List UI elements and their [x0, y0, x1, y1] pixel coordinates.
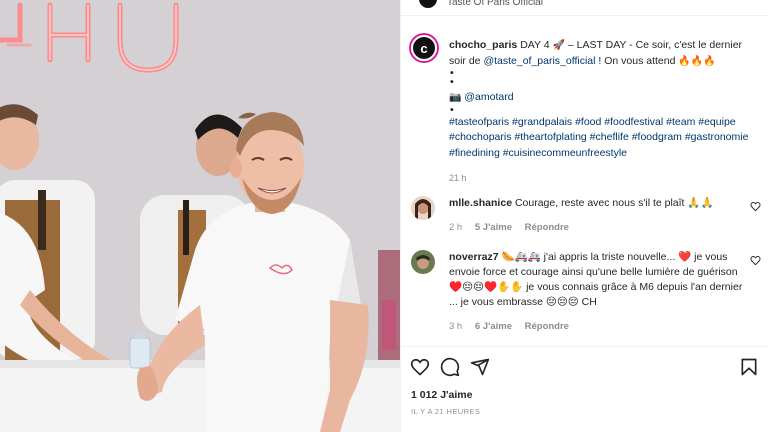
comment-body: mlle.shanice Courage, reste avec nous s'… — [449, 196, 745, 235]
avatar-image — [411, 250, 435, 274]
post-actions: 1 012 J'aime IL Y A 21 HEURES — [401, 346, 768, 432]
likes-count[interactable]: 1 012 J'aime — [411, 389, 472, 401]
comment-username[interactable]: noverraz7 — [449, 251, 499, 263]
comment-icon[interactable] — [440, 357, 460, 377]
commenter-avatar[interactable] — [411, 250, 435, 274]
author-avatar[interactable]: c — [409, 33, 439, 63]
posted-time[interactable]: IL Y A 21 HEURES — [411, 407, 480, 416]
share-icon[interactable] — [470, 357, 490, 377]
reply-button[interactable]: Répondre — [525, 321, 569, 332]
caption-dot: • — [450, 67, 454, 79]
post-photo[interactable] — [0, 0, 400, 432]
photo-illustration — [0, 0, 400, 432]
comment-like-heart-icon[interactable] — [750, 255, 761, 266]
header-partial-text: Taste Of Paris Official — [447, 0, 543, 8]
camera-icon: 📷 — [449, 92, 462, 103]
comment-time[interactable]: 3 h — [449, 321, 462, 332]
comment-like-heart-icon[interactable] — [750, 201, 761, 212]
caption-hashtags[interactable]: #tasteofparis #grandpalais #food #foodfe… — [449, 115, 761, 162]
post-caption: chocho_paris DAY 4 🚀 – LAST DAY - Ce soi… — [449, 38, 761, 187]
caption-mention[interactable]: @taste_of_paris_official — [483, 55, 595, 67]
comment-likes[interactable]: 6 J'aime — [475, 321, 512, 332]
caption-time[interactable]: 21 h — [449, 171, 761, 187]
header-avatar[interactable] — [419, 0, 437, 8]
heart-icon[interactable] — [410, 357, 430, 377]
comment-text: Courage, reste avec nous s'il te plaît 🙏… — [514, 197, 714, 209]
reply-button[interactable]: Répondre — [525, 222, 569, 233]
photo-credit-mention[interactable]: @amotard — [464, 91, 513, 103]
comment-meta: 2 h 5 J'aime Répondre — [449, 220, 745, 235]
commenter-avatar[interactable] — [411, 196, 435, 220]
author-avatar-logo: c — [413, 37, 435, 59]
comment-time[interactable]: 2 h — [449, 222, 462, 233]
caption-dot: • — [450, 76, 454, 88]
post-header-strip: Taste Of Paris Official — [401, 0, 768, 16]
post-panel: Taste Of Paris Official c chocho_paris D… — [400, 0, 768, 432]
comment-body: noverraz7 🌭🚑🚑 j'ai appris la triste nouv… — [449, 250, 745, 334]
caption-username[interactable]: chocho_paris — [449, 39, 517, 51]
bookmark-icon[interactable] — [739, 357, 759, 377]
avatar-image — [411, 196, 435, 220]
caption-dot: • — [450, 103, 454, 116]
comment-likes[interactable]: 5 J'aime — [475, 222, 512, 233]
comment-username[interactable]: mlle.shanice — [449, 197, 512, 209]
fire-emoji: 🔥🔥🔥 — [678, 55, 716, 67]
comment-meta: 3 h 6 J'aime Répondre — [449, 319, 745, 334]
rocket-emoji: 🚀 — [552, 40, 565, 51]
